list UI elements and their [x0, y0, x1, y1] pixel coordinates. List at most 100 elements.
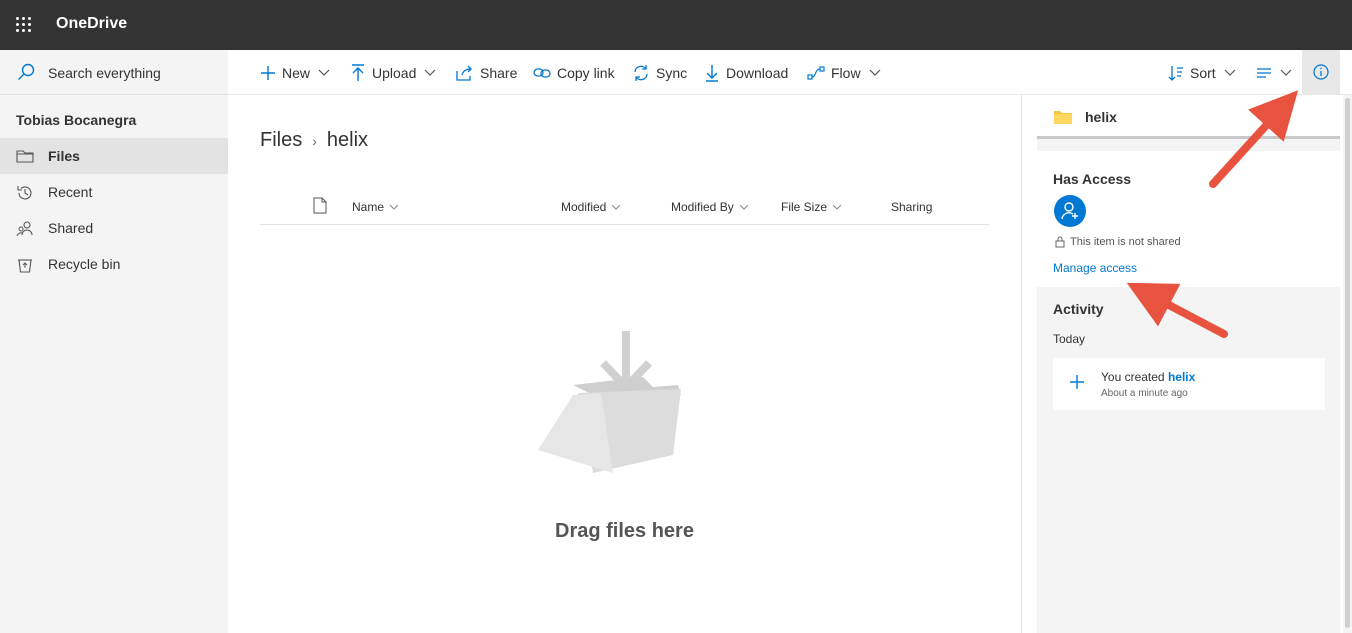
file-type-icon	[313, 197, 327, 214]
chevron-down-icon	[389, 204, 399, 210]
pane-divider	[1021, 95, 1022, 633]
link-icon	[533, 67, 551, 78]
breadcrumb-root[interactable]: Files	[260, 129, 302, 152]
flow-button[interactable]: Flow	[807, 50, 881, 95]
nav-item-label: Recycle bin	[48, 256, 121, 272]
user-name: Tobias Bocanegra	[16, 112, 137, 128]
search-box[interactable]: Search everything	[0, 50, 228, 95]
share-icon	[456, 65, 472, 81]
main-content: Files › helix Name Modified Modified By …	[228, 95, 1021, 633]
activity-item-link[interactable]: helix	[1168, 370, 1195, 384]
add-person-button[interactable]	[1054, 195, 1086, 227]
sync-button[interactable]: Sync	[632, 50, 687, 95]
column-modified-by[interactable]: Modified By	[671, 200, 749, 214]
nav-item-label: Shared	[48, 220, 94, 236]
manage-access-link[interactable]: Manage access	[1053, 261, 1137, 275]
activity-card: You created helix About a minute ago	[1053, 358, 1325, 410]
info-pane-button[interactable]	[1302, 50, 1340, 95]
view-options-button[interactable]	[1256, 50, 1292, 95]
flow-icon	[807, 65, 825, 80]
chevron-down-icon	[1224, 69, 1236, 76]
nav-item-files[interactable]: Files	[0, 138, 228, 174]
empty-folder-illustration	[538, 331, 681, 473]
nav-item-recent[interactable]: Recent	[0, 174, 228, 210]
copy-link-label: Copy link	[557, 64, 615, 81]
chevron-down-icon	[1280, 69, 1292, 76]
column-modified-by-label: Modified By	[671, 200, 734, 214]
column-modified[interactable]: Modified	[561, 200, 621, 214]
details-item-name: helix	[1085, 109, 1117, 125]
left-nav: Search everything Tobias Bocanegra Files…	[0, 50, 228, 633]
has-access-section: Has Access This item is not shared Manag…	[1037, 151, 1340, 287]
nav-item-shared[interactable]: Shared	[0, 210, 228, 246]
search-label: Search everything	[48, 65, 161, 81]
has-access-heading: Has Access	[1053, 171, 1132, 187]
activity-text: You created helix	[1101, 370, 1195, 384]
download-button[interactable]: Download	[704, 50, 788, 95]
upload-label: Upload	[372, 64, 417, 81]
search-icon	[18, 63, 35, 80]
top-bar: OneDrive	[0, 0, 1352, 50]
folder-icon	[1054, 111, 1072, 124]
upload-button[interactable]: Upload	[350, 50, 436, 95]
column-file-size-label: File Size	[781, 200, 828, 214]
plus-icon	[1070, 375, 1084, 389]
not-shared-text: This item is not shared	[1070, 236, 1181, 248]
breadcrumb-chevron-icon: ›	[312, 132, 317, 149]
list-view-icon	[1257, 67, 1271, 78]
sync-label: Sync	[656, 64, 688, 81]
details-pane: helix Has Access This item is not shared…	[1037, 95, 1340, 633]
sort-icon	[1168, 65, 1183, 81]
chevron-down-icon	[318, 69, 330, 76]
new-button[interactable]: New	[260, 50, 330, 95]
column-header-row: Name Modified Modified By File Size Shar…	[260, 193, 989, 225]
app-launcher-icon[interactable]	[16, 17, 32, 33]
nav-item-label: Recent	[48, 184, 93, 200]
activity-heading: Activity	[1053, 301, 1104, 317]
copy-link-button[interactable]: Copy link	[533, 50, 615, 95]
breadcrumb-current: helix	[326, 129, 369, 151]
column-sharing[interactable]: Sharing	[891, 200, 932, 214]
share-button[interactable]: Share	[456, 50, 517, 95]
column-modified-label: Modified	[561, 200, 607, 214]
chevron-down-icon	[869, 69, 880, 76]
column-sharing-label: Sharing	[891, 200, 933, 214]
sort-button[interactable]: Sort	[1168, 50, 1236, 95]
new-label: New	[282, 64, 311, 81]
info-icon	[1313, 64, 1329, 80]
details-header: helix	[1037, 95, 1340, 139]
upload-icon	[352, 63, 364, 81]
details-scrollbar[interactable]	[1343, 95, 1352, 633]
shared-icon	[16, 221, 33, 237]
lock-icon	[1055, 236, 1065, 248]
column-file-size[interactable]: File Size	[781, 200, 842, 214]
sync-icon	[634, 64, 648, 81]
column-name-label: Name	[352, 200, 385, 214]
empty-state-text: Drag files here	[555, 520, 694, 542]
activity-date-group: Today	[1053, 332, 1086, 346]
recent-icon	[17, 186, 32, 200]
share-label: Share	[480, 64, 518, 81]
nav-item-label: Files	[48, 148, 80, 164]
activity-time: About a minute ago	[1101, 388, 1188, 399]
sort-label: Sort	[1190, 64, 1216, 81]
scrollbar-thumb[interactable]	[1345, 98, 1350, 628]
add-person-icon	[1061, 202, 1078, 220]
recycle-bin-icon	[18, 259, 32, 273]
chevron-down-icon	[424, 69, 436, 76]
column-name[interactable]: Name	[352, 200, 399, 214]
activity-prefix: You created	[1101, 370, 1165, 384]
download-icon	[706, 64, 718, 82]
app-title[interactable]: OneDrive	[56, 15, 127, 33]
command-bar: New Upload Share Copy link Sync Download…	[228, 50, 1352, 95]
download-label: Download	[726, 64, 789, 81]
nav-item-recycle-bin[interactable]: Recycle bin	[0, 246, 228, 282]
plus-icon	[261, 65, 275, 80]
chevron-down-icon	[612, 204, 621, 210]
sharing-status: This item is not shared	[1055, 236, 1181, 248]
breadcrumb: Files › helix	[260, 129, 368, 152]
chevron-down-icon	[739, 204, 749, 210]
folder-icon	[16, 150, 34, 163]
chevron-down-icon	[832, 204, 842, 210]
flow-label: Flow	[831, 64, 861, 81]
